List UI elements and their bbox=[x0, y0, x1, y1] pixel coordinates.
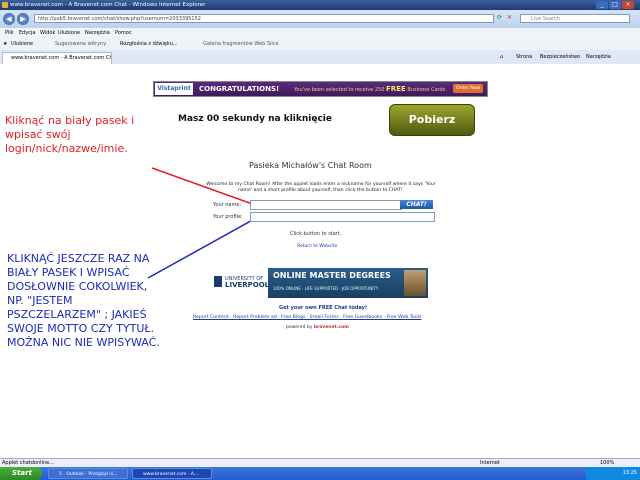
liverpool-banner-ad[interactable]: UNIVERSITY OF LIVERPOOL ONLINE MASTER DE… bbox=[212, 268, 428, 298]
link-report-content[interactable]: Report Content bbox=[193, 315, 229, 320]
zoom-level[interactable]: 100% bbox=[600, 459, 614, 467]
link-free-blogs[interactable]: Free Blogs bbox=[281, 315, 305, 320]
link-free-web-tools[interactable]: Free Web Tools bbox=[387, 315, 422, 320]
link-email-forms[interactable]: Email Forms bbox=[310, 315, 339, 320]
chat-welcome-text: Welcome to my Chat Room! After the apple… bbox=[206, 182, 436, 193]
get-free-chat-link[interactable]: Get your own FREE Chat today! bbox=[279, 305, 367, 311]
powered-by-label: powered by bbox=[286, 325, 313, 330]
name-input[interactable] bbox=[250, 200, 402, 210]
profile-label: Your profile: bbox=[213, 214, 243, 220]
ad2-sub: 100% ONLINE · LIFE SUPPORTED · JOB OPPOR… bbox=[273, 286, 379, 291]
link-free-guestbooks[interactable]: Free Guestbooks bbox=[343, 315, 382, 320]
start-button[interactable]: Start bbox=[0, 467, 42, 480]
liverpool-logo: UNIVERSITY OF LIVERPOOL bbox=[212, 268, 269, 298]
graduate-photo bbox=[404, 270, 426, 296]
profile-input[interactable] bbox=[250, 212, 435, 222]
crest-icon bbox=[214, 276, 222, 287]
link-report-problem[interactable]: Report Problem ad bbox=[233, 315, 277, 320]
chat-room-title: Pasieka Michałów's Chat Room bbox=[249, 161, 372, 170]
taskbar-item-ie[interactable]: www.bravenet.com - A... bbox=[132, 468, 212, 479]
footer-links: Report Content · Report Problem ad · Fre… bbox=[193, 315, 422, 320]
ad2-headline: ONLINE MASTER DEGREES bbox=[273, 271, 391, 280]
status-text: Applet chatdonline... bbox=[2, 460, 54, 466]
univ-name: UNIVERSITY OF LIVERPOOL bbox=[225, 276, 269, 289]
chat-button[interactable]: CHAT! bbox=[400, 200, 433, 209]
click-to-start-text: Click button to start. bbox=[290, 231, 342, 237]
annotation-arrows bbox=[147, 167, 259, 279]
return-to-website-link[interactable]: Return to Website bbox=[297, 244, 337, 249]
taskbar: Start 5 - Outlook - Przegląd ni... www.b… bbox=[0, 467, 640, 480]
powered-by: powered by bravenet.com bbox=[286, 325, 349, 330]
taskbar-item-outlook[interactable]: 5 - Outlook - Przegląd ni... bbox=[48, 468, 128, 479]
bravenet-logo[interactable]: bravenet.com bbox=[314, 325, 349, 330]
system-tray-clock: 13:25 bbox=[586, 467, 640, 480]
security-zone: Internet bbox=[480, 460, 500, 466]
univ-name-text: LIVERPOOL bbox=[225, 281, 270, 289]
online-degrees-ad[interactable]: ONLINE MASTER DEGREES 100% ONLINE · LIFE… bbox=[268, 268, 428, 298]
name-label: Your name: bbox=[213, 202, 242, 208]
